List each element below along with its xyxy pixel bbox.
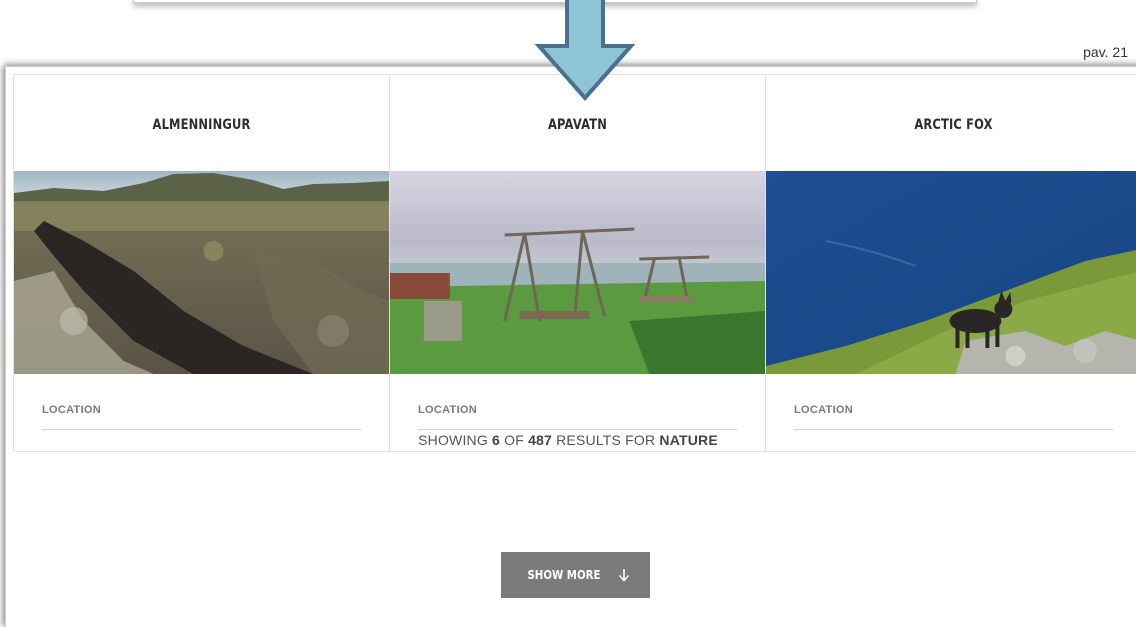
show-more-button[interactable]: SHOW MORE xyxy=(501,552,650,598)
result-card[interactable]: APAVATN LOCATION xyxy=(390,75,766,451)
results-query: NATURE xyxy=(659,432,718,448)
card-image-arctic-fox[interactable] xyxy=(766,171,1136,374)
results-summary: SHOWING 6 OF 487 RESULTS FOR NATURE xyxy=(0,432,1136,448)
show-more-label: SHOW MORE xyxy=(526,568,600,582)
card-location-label: LOCATION xyxy=(794,404,1113,430)
card-location-label: LOCATION xyxy=(42,404,361,430)
down-arrow-callout xyxy=(535,0,635,102)
results-screenshot: ALMENNINGUR LOCATION APAVATN LOCATION AR… xyxy=(5,66,1136,627)
results-prefix: SHOWING xyxy=(418,432,488,448)
result-card[interactable]: ALMENNINGUR LOCATION xyxy=(14,75,390,451)
card-image-swings[interactable] xyxy=(390,171,765,374)
result-card[interactable]: ARCTIC FOX LOCATION xyxy=(766,75,1136,451)
results-shown-count: 6 xyxy=(492,432,501,448)
card-image-lava-field[interactable] xyxy=(14,171,389,374)
results-total-count: 487 xyxy=(528,432,553,448)
card-title[interactable]: ALMENNINGUR xyxy=(48,75,356,171)
page-number: pav. 21 xyxy=(1083,44,1128,60)
results-suffix: RESULTS FOR xyxy=(556,432,656,448)
card-location-label: LOCATION xyxy=(418,404,737,430)
card-grid: ALMENNINGUR LOCATION APAVATN LOCATION AR… xyxy=(13,74,1136,452)
results-of: OF xyxy=(504,432,524,448)
arrow-down-icon xyxy=(619,569,630,582)
card-title[interactable]: ARCTIC FOX xyxy=(800,75,1108,171)
